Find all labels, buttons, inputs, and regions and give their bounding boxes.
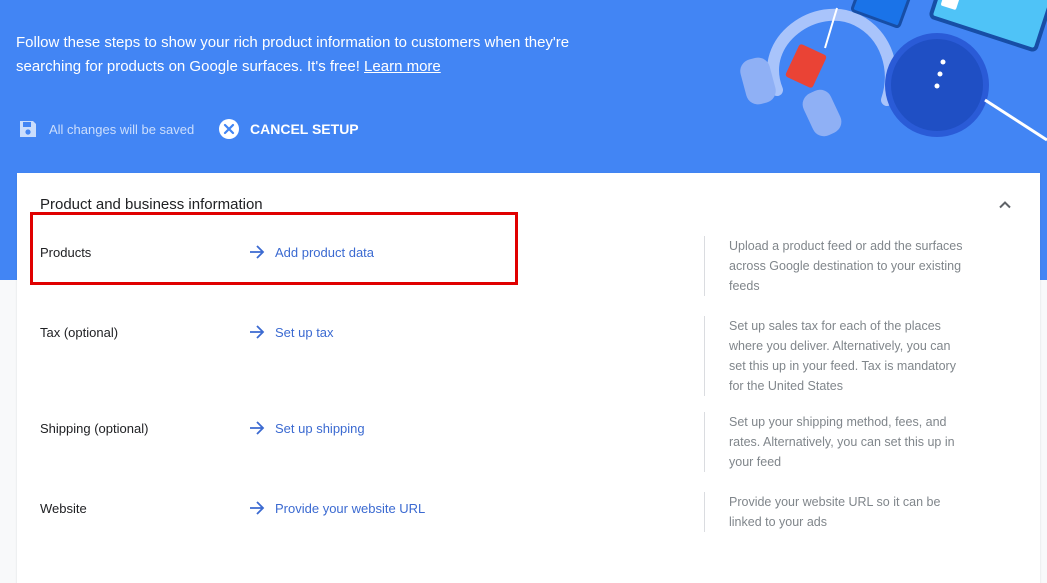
row-link-label: Provide your website URL	[275, 500, 426, 516]
set-up-shipping-link[interactable]: Set up shipping	[248, 419, 365, 437]
row-description: Upload a product feed or add the surface…	[729, 239, 963, 293]
provide-website-url-link[interactable]: Provide your website URL	[248, 499, 425, 517]
close-circle-icon	[219, 119, 239, 139]
intro-body: Follow these steps to show your rich pro…	[16, 34, 570, 75]
product-business-info-card: Product and business information Product…	[17, 173, 1040, 583]
cancel-setup-label: CANCEL SETUP	[250, 121, 359, 137]
row-label: Shipping (optional)	[40, 421, 149, 436]
row-label: Website	[40, 501, 87, 516]
arrow-right-icon	[250, 245, 265, 259]
save-icon	[20, 121, 36, 137]
set-up-tax-link[interactable]: Set up tax	[248, 323, 334, 341]
divider	[704, 236, 705, 296]
row-label: Tax (optional)	[40, 325, 119, 340]
card-title: Product and business information	[40, 196, 263, 213]
save-status-label: All changes will be saved	[49, 121, 195, 137]
row-description: Set up your shipping method, fees, and r…	[729, 415, 955, 469]
arrow-right-icon	[250, 421, 265, 435]
arrow-right-icon	[250, 501, 265, 515]
divider	[704, 492, 705, 532]
collapse-button[interactable]	[995, 195, 1015, 215]
add-product-data-link[interactable]: Add product data	[248, 243, 374, 261]
divider	[704, 412, 705, 472]
row-link-label: Add product data	[275, 244, 375, 260]
row-description: Set up sales tax for each of the places …	[729, 319, 956, 393]
save-status: All changes will be saved	[18, 119, 194, 139]
intro-text: Follow these steps to show your rich pro…	[16, 31, 616, 79]
shopping-illustration	[740, 0, 1047, 142]
cancel-setup-button[interactable]: CANCEL SETUP	[218, 118, 359, 140]
divider	[704, 316, 705, 396]
row-link-label: Set up tax	[275, 324, 334, 340]
row-link-label: Set up shipping	[275, 420, 365, 436]
row-label: Products	[40, 245, 92, 260]
learn-more-link[interactable]: Learn more	[364, 58, 441, 75]
arrow-right-icon	[250, 325, 265, 339]
chevron-up-icon	[999, 201, 1011, 209]
row-description: Provide your website URL so it can be li…	[729, 495, 941, 529]
